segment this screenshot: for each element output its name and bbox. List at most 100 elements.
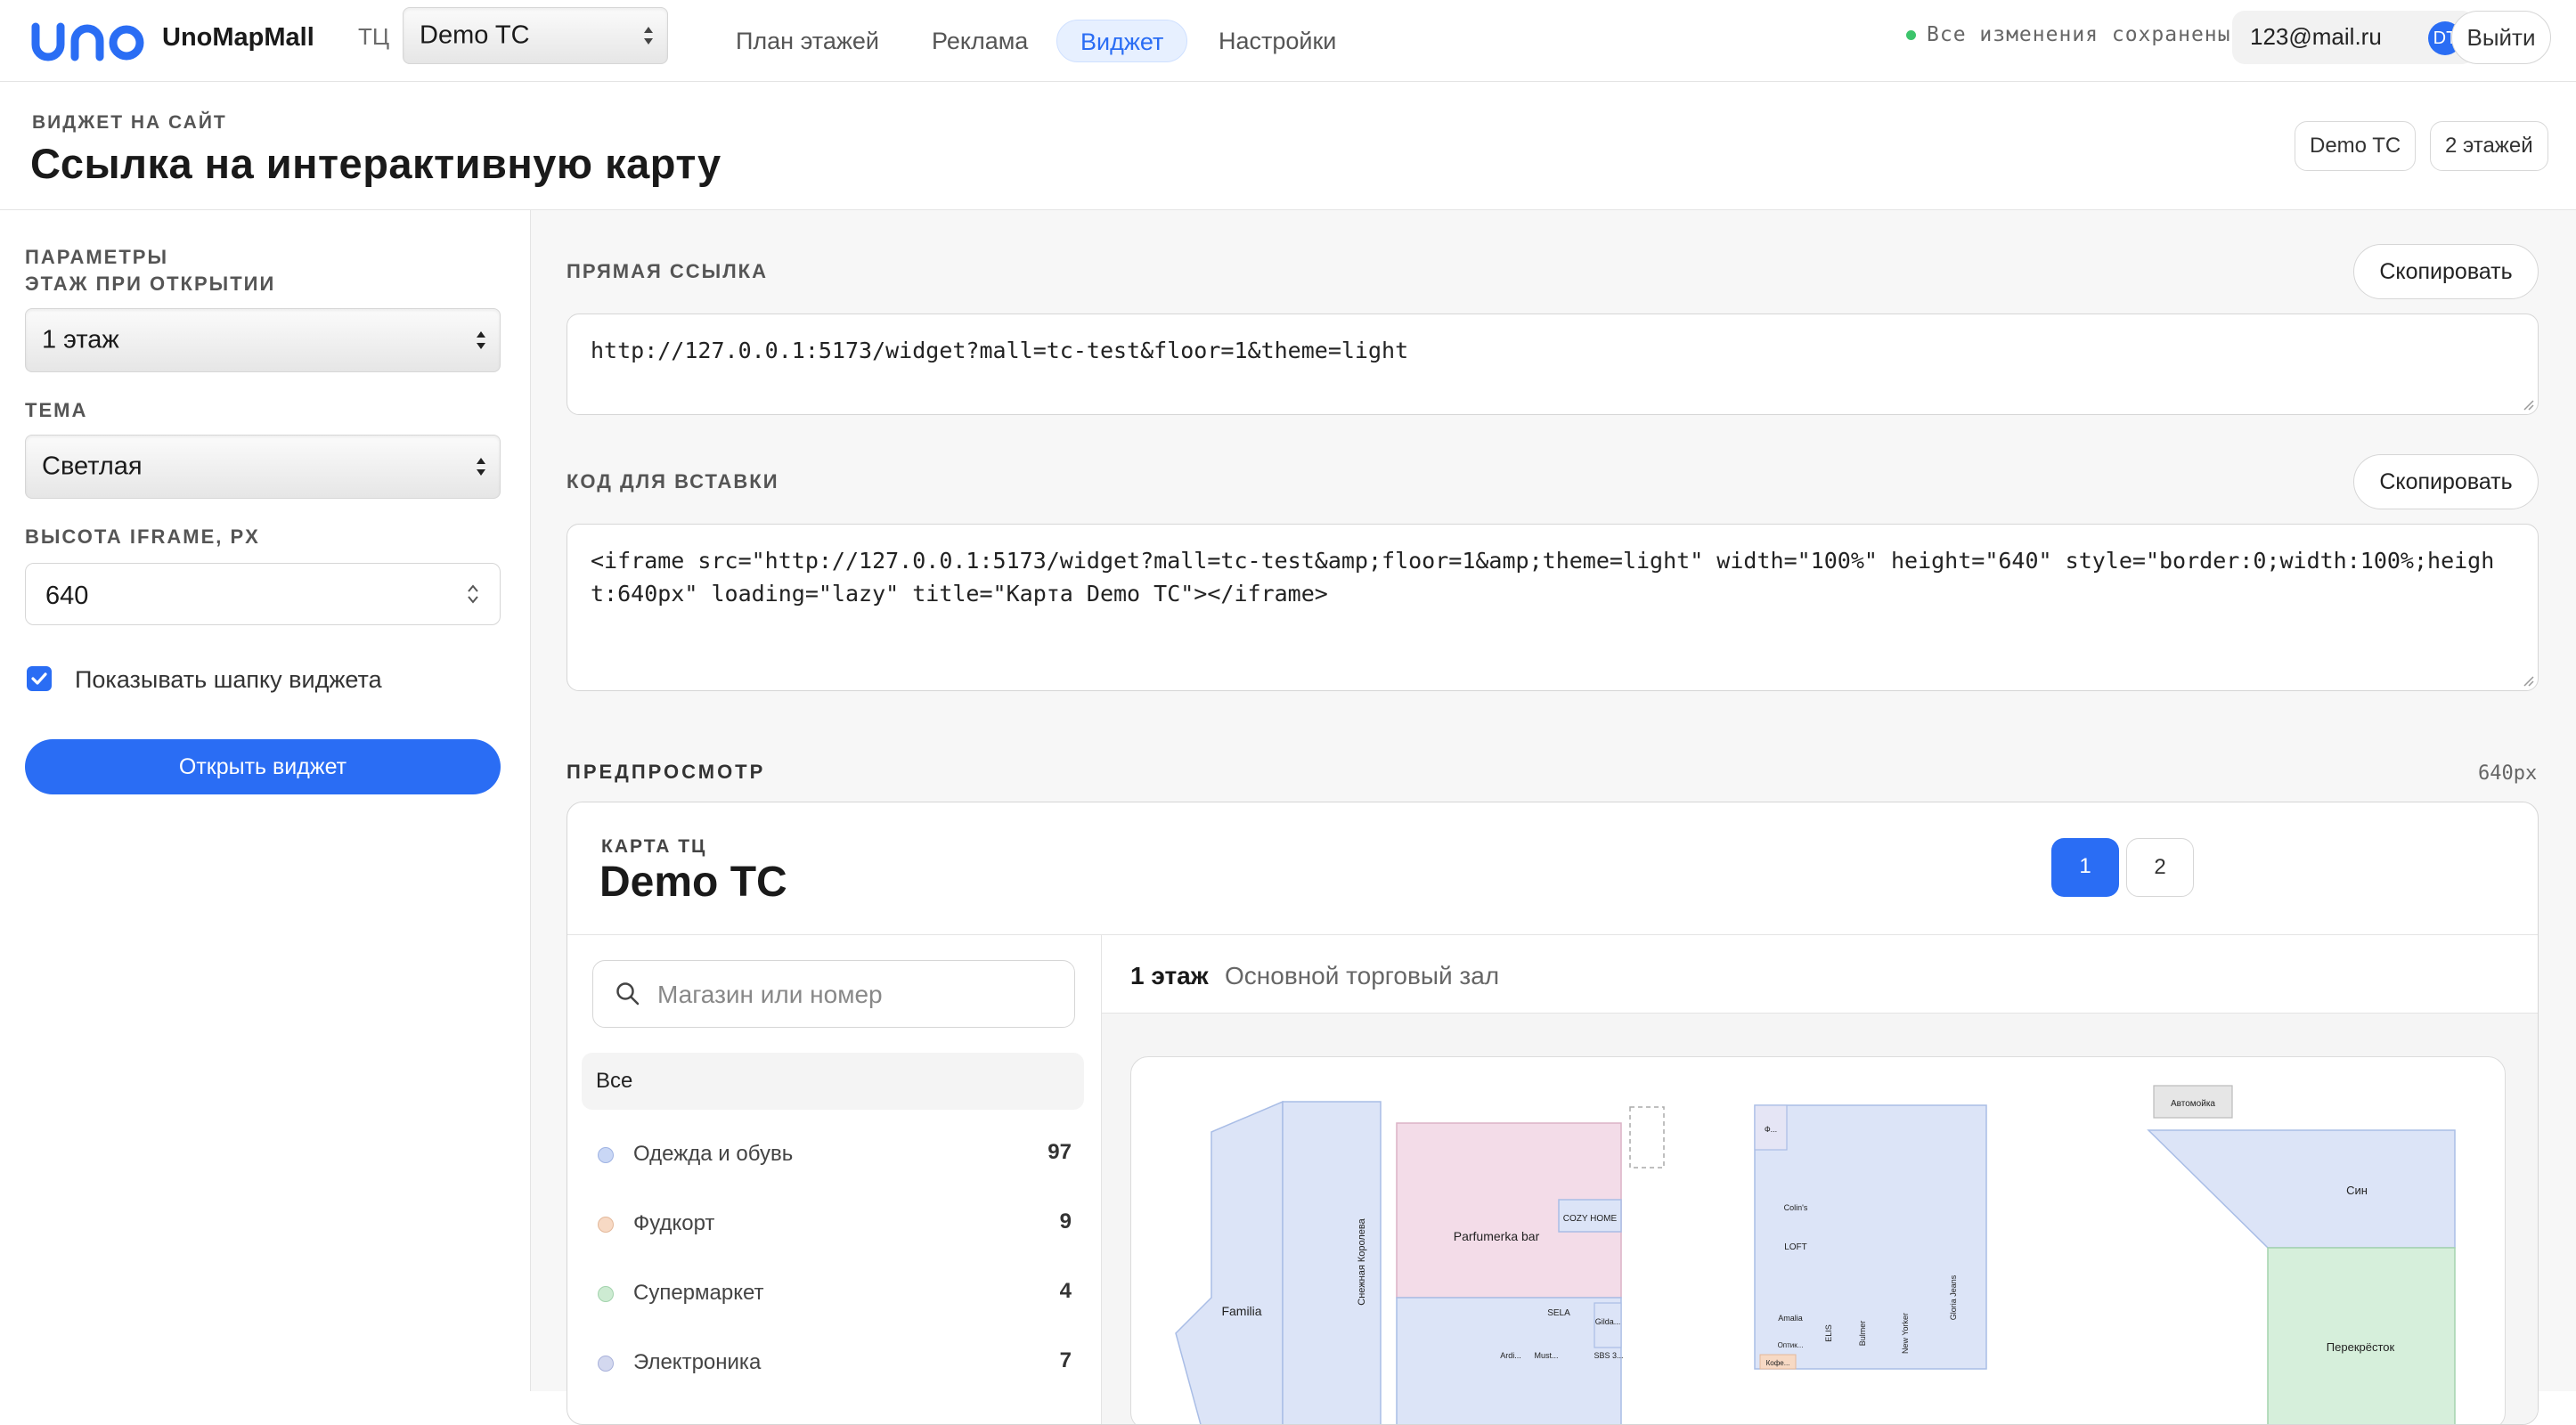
map-label-familia: Familia (1221, 1304, 1261, 1318)
page-eyebrow: ВИДЖЕТ НА САЙТ (32, 112, 227, 133)
check-icon (31, 672, 47, 685)
category-name: Фудкорт (633, 1211, 715, 1235)
category-dot-icon (598, 1217, 614, 1233)
mall-select-value: Demo TC (420, 20, 530, 50)
category-count: 9 (1059, 1209, 1072, 1234)
widget-eyebrow: КАРТА ТЦ (601, 836, 707, 857)
store-search-input[interactable]: Магазин или номер (592, 960, 1075, 1028)
category-name: Супермаркет (633, 1281, 764, 1305)
stepper-icon[interactable] (466, 582, 480, 607)
save-status-text: Все изменения сохранены (1927, 23, 2231, 46)
mall-badge: Demo TC (2295, 121, 2417, 171)
select-arrows-icon (477, 331, 485, 349)
theme-select-value: Светлая (42, 452, 143, 481)
copy-link-button[interactable]: Скопировать (2353, 244, 2539, 299)
floor-button-2[interactable]: 2 (2126, 838, 2194, 897)
category-all-label: Все (596, 1069, 633, 1093)
height-label: ВЫСОТА IFRAME, PX (25, 525, 260, 548)
page-title: Ссылка на интерактивную карту (30, 140, 721, 187)
resize-handle-icon[interactable] (2522, 398, 2534, 411)
store-sela[interactable] (1396, 1297, 1622, 1425)
store-perekrestok[interactable] (2267, 1247, 2456, 1425)
open-widget-button[interactable]: Открыть виджет (25, 739, 501, 794)
mall-select[interactable]: Demo TC (403, 7, 668, 64)
store-familia[interactable] (1175, 1100, 1284, 1425)
select-arrows-icon (644, 27, 653, 45)
map-label-newyorker: New Yorker (1901, 1313, 1910, 1354)
widget-body: Магазин или номер Все Одежда и обувь 97 … (567, 934, 2538, 1425)
map-label-parfumerka: Parfumerka bar (1454, 1229, 1540, 1243)
nav-ads[interactable]: Реклама (909, 20, 1051, 62)
copy-embed-button[interactable]: Скопировать (2353, 454, 2539, 509)
floor-description: Основной торговый зал (1225, 962, 1500, 989)
height-input[interactable]: 640 (25, 563, 501, 625)
map-label-bulmer: Bulmer (1858, 1321, 1867, 1347)
map-label-carwash: Автомойка (2171, 1099, 2215, 1109)
brand-name: UnoMapMall (162, 23, 314, 52)
floor-select[interactable]: 1 этаж (25, 308, 501, 372)
show-header-checkbox[interactable] (27, 666, 52, 691)
save-status: Все изменения сохранены (1906, 23, 2231, 46)
widget-title: Demo TC (599, 859, 787, 906)
nav-floor-plan[interactable]: План этажей (713, 20, 902, 62)
direct-link-text: http://127.0.0.1:5173/widget?mall=tc-tes… (591, 338, 1409, 363)
logout-button[interactable]: Выйти (2451, 11, 2551, 64)
map-label-cafe: Кофе... (1766, 1359, 1790, 1367)
category-foodcourt[interactable]: Фудкорт 9 (582, 1201, 1084, 1245)
params-label: ПАРАМЕТРЫ (25, 246, 168, 268)
resize-handle-icon[interactable] (2522, 674, 2534, 687)
floor-select-value: 1 этаж (42, 325, 119, 354)
theme-select[interactable]: Светлая (25, 435, 501, 499)
category-count: 97 (1048, 1140, 1072, 1164)
embed-code-text: <iframe src="http://127.0.0.1:5173/widge… (591, 548, 2495, 607)
floor-label: ЭТАЖ ПРИ ОТКРЫТИИ (25, 273, 276, 295)
empty-unit[interactable] (1629, 1106, 1665, 1168)
page-header: ВИДЖЕТ НА САЙТ Ссылка на интерактивную к… (0, 82, 2576, 210)
user-email: 123@mail.ru (2250, 23, 2382, 50)
widget-map-area: 1 этаж Основной торговый зал Familia Сне… (1102, 935, 2538, 1425)
map-label-gilda: Gilda... (1595, 1317, 1621, 1326)
category-dot-icon (598, 1147, 614, 1163)
floor-header: 1 этаж Основной торговый зал (1102, 935, 2538, 1014)
map-label-ardi: Ardi... (1500, 1351, 1521, 1360)
category-name: Одежда и обувь (633, 1142, 794, 1166)
map-label-must: Must... (1534, 1351, 1558, 1360)
floor-button-1[interactable]: 1 (2051, 838, 2119, 897)
category-clothing[interactable]: Одежда и обувь 97 (582, 1131, 1084, 1176)
map-label-sin: Син (2346, 1184, 2368, 1197)
category-all[interactable]: Все (582, 1053, 1084, 1110)
show-header-label[interactable]: Показывать шапку виджета (75, 666, 382, 694)
floor-map[interactable]: Familia Снежная Королева Parfumerka bar … (1130, 1056, 2506, 1425)
category-count: 7 (1059, 1348, 1072, 1372)
direct-link-label: ПРЯМАЯ ССЫЛКА (567, 260, 768, 282)
settings-sidebar: ПАРАМЕТРЫ ЭТАЖ ПРИ ОТКРЫТИИ 1 этаж ТЕМА … (0, 210, 531, 1391)
map-label-optim: Оптик... (1778, 1341, 1804, 1349)
search-icon (616, 982, 640, 1006)
nav-widget[interactable]: Виджет (1056, 20, 1188, 62)
category-electronics[interactable]: Электроника 7 (582, 1340, 1084, 1384)
user-menu[interactable]: 123@mail.ru DT (2232, 11, 2474, 64)
map-label-sela: SELA (1547, 1308, 1570, 1318)
widget-store-list: Магазин или номер Все Одежда и обувь 97 … (567, 935, 1102, 1424)
theme-label: ТЕМА (25, 399, 88, 421)
nav-settings[interactable]: Настройки (1195, 20, 1359, 62)
status-dot-icon (1906, 30, 1916, 40)
uno-logo-icon[interactable] (30, 16, 146, 66)
map-label-snow: Снежная Королева (1357, 1217, 1367, 1305)
floor-map-canvas[interactable]: Familia Снежная Королева Parfumerka bar … (1131, 1057, 2506, 1425)
store-cluster[interactable] (1754, 1104, 1987, 1370)
floors-badge: 2 этажей (2430, 121, 2548, 171)
category-dot-icon (598, 1356, 614, 1372)
mall-select-label: ТЦ (358, 23, 390, 50)
store-sin[interactable] (2147, 1129, 2456, 1249)
preview-label: ПРЕДПРОСМОТР (567, 761, 766, 783)
embed-code-field[interactable]: <iframe src="http://127.0.0.1:5173/widge… (567, 524, 2539, 691)
widget-preview: КАРТА ТЦ Demo TC 1 2 Магазин или номер В… (567, 802, 2539, 1425)
category-supermarket[interactable]: Супермаркет 4 (582, 1270, 1084, 1315)
direct-link-field[interactable]: http://127.0.0.1:5173/widget?mall=tc-tes… (567, 314, 2539, 415)
select-arrows-icon (477, 458, 485, 476)
map-label-colins: Colin's (1784, 1203, 1808, 1212)
floor-name: 1 этаж (1130, 962, 1209, 989)
map-label-gloria: Gloria Jeans (1949, 1274, 1958, 1320)
map-label-sbs: SBS 3... (1594, 1351, 1623, 1360)
